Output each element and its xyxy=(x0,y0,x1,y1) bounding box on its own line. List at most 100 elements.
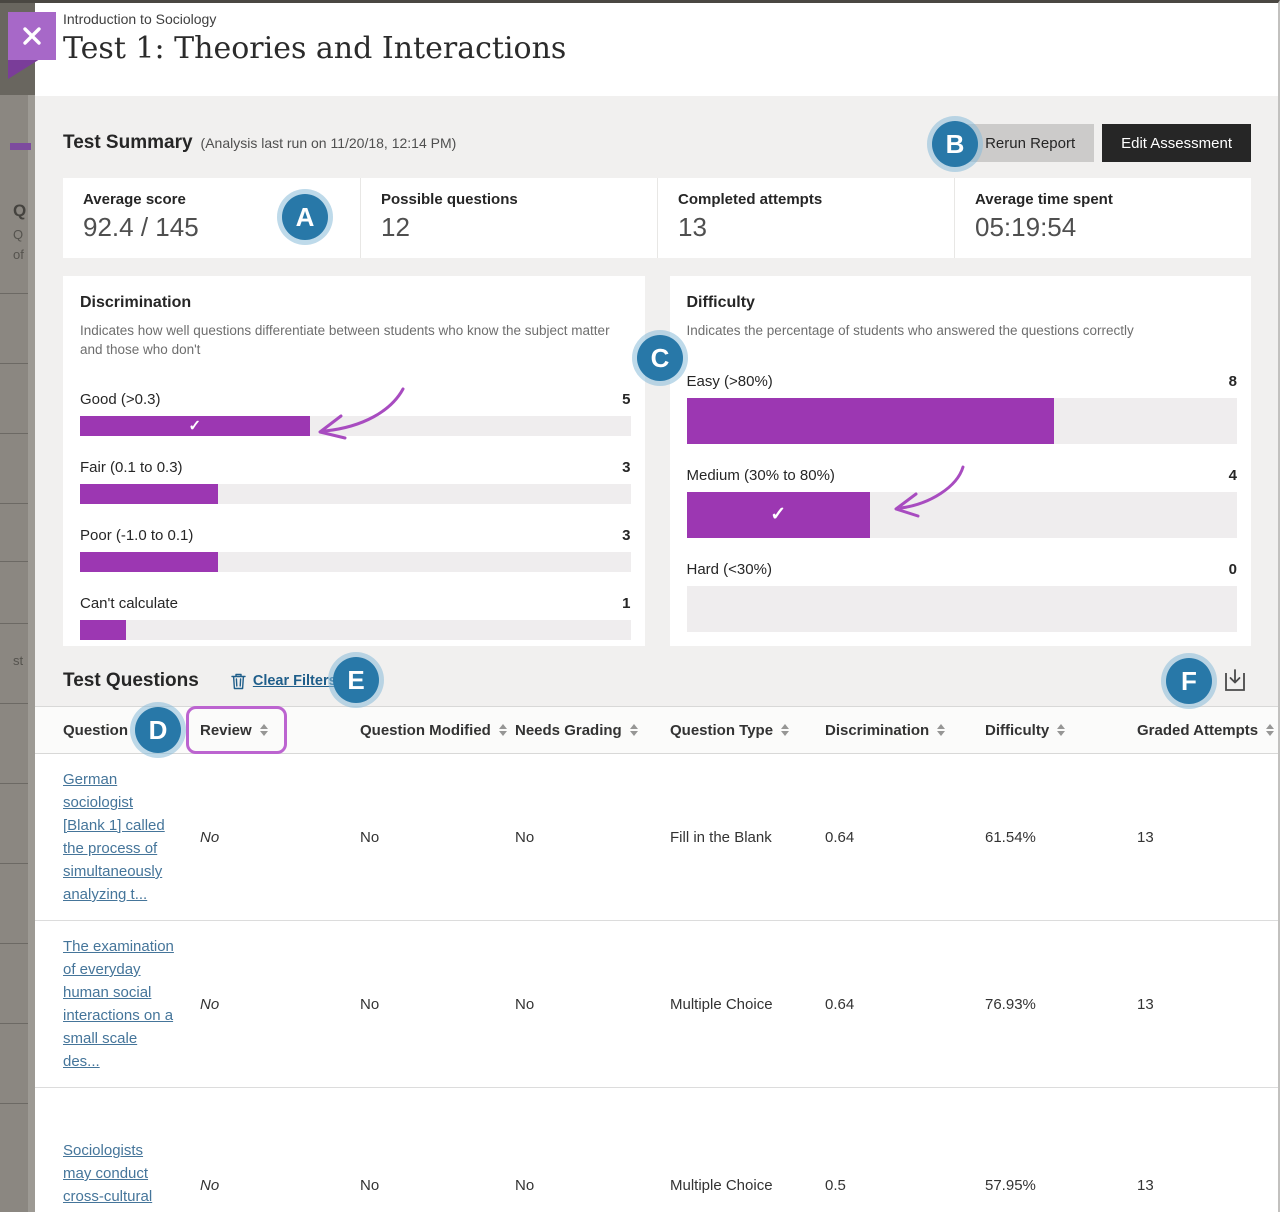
annotation-badge-b: B xyxy=(932,121,978,167)
bar-fill xyxy=(80,552,218,572)
sort-icon xyxy=(1057,724,1065,736)
question-link[interactable]: German sociologist [Blank 1] called the … xyxy=(63,771,165,903)
bar-group: Easy (>80%) 8 xyxy=(687,373,1238,444)
bar-count-value: 8 xyxy=(1229,373,1237,390)
difficulty-cell: 61.54% xyxy=(985,829,1137,846)
stat-possible-questions: Possible questions 12 xyxy=(360,178,657,258)
bar-track xyxy=(80,552,631,572)
chart-description: Indicates the percentage of students who… xyxy=(687,321,1237,340)
column-header-discrimination[interactable]: Discrimination xyxy=(825,722,985,739)
annotation-badge-a: A xyxy=(282,194,328,240)
difficulty-chart: Difficulty Indicates the percentage of s… xyxy=(670,276,1252,646)
bar-category-label: Fair (0.1 to 0.3) xyxy=(80,459,183,476)
divider xyxy=(0,623,28,624)
background-glimpse-text: of xyxy=(13,247,24,262)
column-header-needs-grading[interactable]: Needs Grading xyxy=(515,722,670,739)
background-glimpse-text: Q xyxy=(13,227,23,242)
bar-category-label: Medium (30% to 80%) xyxy=(687,467,835,484)
annotation-badge-d: D xyxy=(135,707,181,753)
sort-icon xyxy=(630,724,638,736)
graded-attempts-cell: 13 xyxy=(1137,829,1278,846)
checkmark-icon: ✓ xyxy=(770,503,786,526)
review-column-highlight xyxy=(186,706,287,754)
graded-attempts-cell: 13 xyxy=(1137,996,1278,1013)
sort-icon xyxy=(1266,724,1274,736)
divider xyxy=(0,1023,28,1024)
review-cell: No xyxy=(200,996,360,1013)
bar-category-label: Good (>0.3) xyxy=(80,391,160,408)
column-header-label: Question xyxy=(63,722,128,739)
column-header-label: Needs Grading xyxy=(515,722,622,739)
summary-stats-card: Average score 92.4 / 145 Possible questi… xyxy=(63,178,1251,258)
bar-track xyxy=(80,620,631,640)
difficulty-cell: 76.93% xyxy=(985,996,1137,1013)
column-header-label: Question Type xyxy=(670,722,773,739)
sort-icon xyxy=(499,724,507,736)
assessment-analysis-panel: Introduction to Sociology Test 1: Theori… xyxy=(35,3,1278,1212)
bar-category-label: Hard (<30%) xyxy=(687,561,772,578)
graded-attempts-cell: 13 xyxy=(1137,1177,1278,1194)
bar-fill: ✓ xyxy=(80,416,310,436)
divider xyxy=(0,363,28,364)
type-cell: Fill in the Blank xyxy=(670,829,825,846)
stat-completed-attempts: Completed attempts 13 xyxy=(657,178,954,258)
bar-count-value: 5 xyxy=(622,391,630,408)
close-panel-button[interactable] xyxy=(8,12,56,60)
annotation-badge-c: C xyxy=(637,335,683,381)
divider xyxy=(0,433,28,434)
modified-cell: No xyxy=(360,1177,515,1194)
chart-title: Difficulty xyxy=(687,294,1238,312)
column-header-question-type[interactable]: Question Type xyxy=(670,722,825,739)
modified-cell: No xyxy=(360,829,515,846)
table-row: Sociologists may conduct cross-cultural … xyxy=(35,1088,1278,1212)
bar-count-value: 0 xyxy=(1229,561,1237,578)
table-row: German sociologist [Blank 1] called the … xyxy=(35,754,1278,921)
bar-count-value: 3 xyxy=(622,459,630,476)
background-glimpse-text: Q xyxy=(13,201,26,221)
test-questions-title: Test Questions xyxy=(63,670,199,692)
discrimination-cell: 0.64 xyxy=(825,996,985,1013)
bar-list: Good (>0.3) 5 ✓ Fair (0.1 to 0.3) 3 Poor (-1.… xyxy=(80,391,631,640)
sort-icon xyxy=(781,724,789,736)
bar-list: Easy (>80%)8Medium (30% to 80%)4✓Hard (<… xyxy=(687,373,1238,632)
column-header-difficulty[interactable]: Difficulty xyxy=(985,722,1137,739)
clear-filters-link[interactable]: Clear Filters xyxy=(231,673,337,690)
background-accent-dash xyxy=(10,143,31,150)
divider xyxy=(0,561,28,562)
question-link[interactable]: The examination of everyday human social… xyxy=(63,938,174,1070)
review-cell: No xyxy=(200,829,360,846)
column-header-question-modified[interactable]: Question Modified xyxy=(360,722,515,739)
edit-assessment-button[interactable]: Edit Assessment xyxy=(1102,124,1251,162)
bar-fill: ✓ xyxy=(687,492,870,538)
bar-group: Hard (<30%) 0 xyxy=(687,561,1238,632)
column-header-label: Discrimination xyxy=(825,722,929,739)
divider xyxy=(0,1103,28,1104)
discrimination-chart: Discrimination Indicates how well questi… xyxy=(63,276,645,646)
table-row: The examination of everyday human social… xyxy=(35,921,1278,1088)
divider xyxy=(0,783,28,784)
needs-grading-cell: No xyxy=(515,1177,670,1194)
bar-group: Can't calculate1 xyxy=(80,595,631,640)
question-cell: The examination of everyday human social… xyxy=(63,921,200,1087)
column-header-graded-attempts[interactable]: Graded Attempts xyxy=(1137,722,1278,739)
rerun-report-button[interactable]: Rerun Report xyxy=(966,124,1094,162)
question-link[interactable]: Sociologists may conduct cross-cultural … xyxy=(63,1142,155,1212)
divider xyxy=(0,503,28,504)
divider xyxy=(0,943,28,944)
page-title: Test 1: Theories and Interactions xyxy=(63,31,1278,66)
type-cell: Multiple Choice xyxy=(670,996,825,1013)
difficulty-cell: 57.95% xyxy=(985,1177,1137,1194)
review-cell: No xyxy=(200,1177,360,1194)
question-cell: Sociologists may conduct cross-cultural … xyxy=(63,1125,200,1212)
type-cell: Multiple Choice xyxy=(670,1177,825,1194)
analysis-last-run: (Analysis last run on 11/20/18, 12:14 PM… xyxy=(201,135,457,151)
bar-category-label: Easy (>80%) xyxy=(687,373,773,390)
download-results-button[interactable] xyxy=(1219,665,1251,697)
checkmark-icon: ✓ xyxy=(188,417,201,435)
bar-group: Poor (-1.0 to 0.1)3 xyxy=(80,527,631,572)
bar-category-label: Poor (-1.0 to 0.1) xyxy=(80,527,193,544)
panel-header: Introduction to Sociology Test 1: Theori… xyxy=(35,3,1278,96)
bar-count-value: 1 xyxy=(622,595,630,612)
stat-average-time-spent: Average time spent 05:19:54 xyxy=(954,178,1251,258)
question-cell: German sociologist [Blank 1] called the … xyxy=(63,754,200,920)
